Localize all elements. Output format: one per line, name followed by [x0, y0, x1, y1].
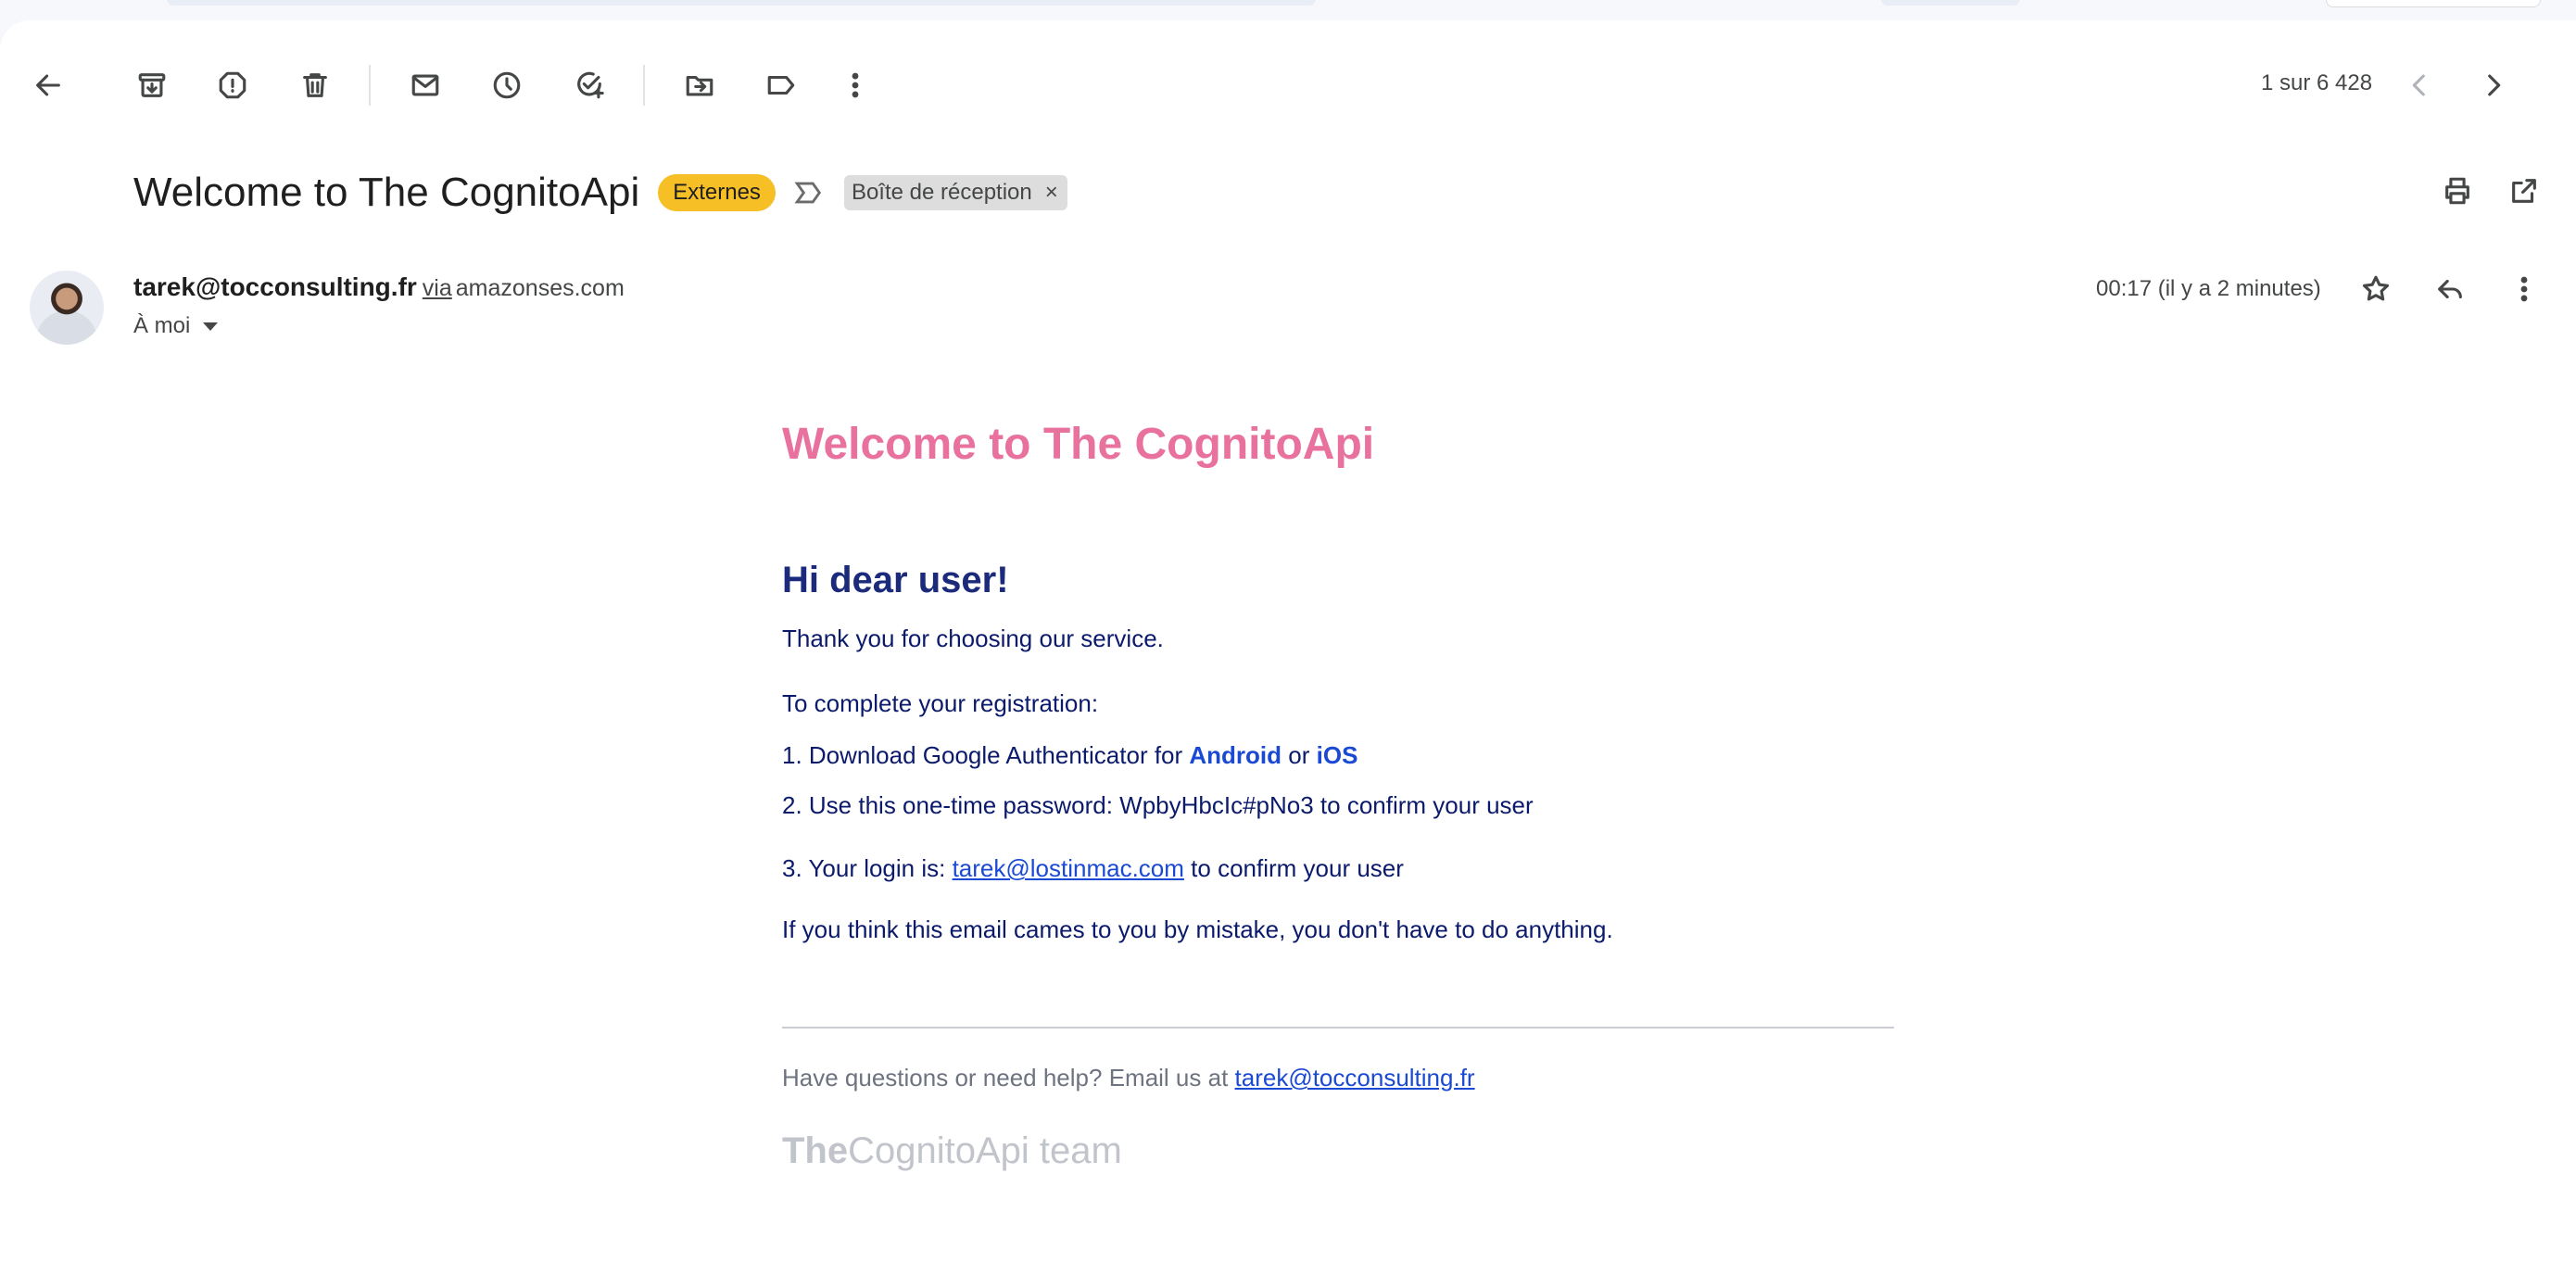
delete-button[interactable] — [278, 48, 352, 122]
recipient-toggle[interactable]: À moi — [133, 313, 219, 339]
ios-link[interactable]: iOS — [1317, 741, 1358, 769]
report-spam-icon — [219, 71, 246, 99]
print-button[interactable] — [2420, 154, 2494, 228]
via-link[interactable]: via — [423, 275, 452, 301]
search-bar-edge — [167, 0, 1316, 6]
toolbar-divider — [643, 65, 645, 106]
reply-icon — [2438, 279, 2462, 299]
complete-text: To complete your registration: — [782, 689, 1099, 717]
print-icon — [2445, 177, 2469, 205]
top-chip-edge — [1881, 0, 2020, 6]
add-to-tasks-icon — [577, 71, 604, 99]
back-arrow-icon — [36, 74, 60, 96]
login-email-link[interactable]: tarek@lostinmac.com — [953, 854, 1184, 882]
step-1: 1. Download Google Authenticator for And… — [782, 741, 1357, 770]
more-vert-icon — [852, 72, 859, 98]
label-icon — [767, 75, 795, 95]
reply-button[interactable] — [2413, 252, 2487, 326]
step-1-or: or — [1282, 741, 1317, 769]
star-icon — [2362, 275, 2390, 301]
top-button-edge — [2326, 0, 2541, 7]
older-button[interactable] — [2382, 48, 2456, 122]
newer-chevron-icon — [2488, 74, 2501, 96]
greeting: Hi dear user! — [782, 560, 1009, 600]
mark-unread-icon — [411, 74, 439, 96]
mistake-text: If you think this email cames to you by … — [782, 915, 1613, 943]
back-button[interactable] — [11, 48, 85, 122]
message-more-button[interactable] — [2487, 252, 2561, 326]
email-subject: Welcome to The CognitoApi — [133, 170, 640, 215]
more-options-button[interactable] — [818, 48, 892, 122]
newer-button[interactable] — [2456, 48, 2531, 122]
message-heading: Welcome to The CognitoApi — [782, 420, 1375, 469]
signature-rest: CognitoApi team — [848, 1130, 1122, 1171]
external-badge: Externes — [658, 174, 776, 211]
chevron-down-icon — [203, 322, 219, 331]
archive-button[interactable] — [115, 48, 189, 122]
recipient-text: À moi — [133, 313, 191, 338]
step-3: 3. Your login is: tarek@lostinmac.com to… — [782, 854, 1404, 883]
inbox-label-text: Boîte de réception — [851, 180, 1032, 205]
mark-unread-button[interactable] — [388, 48, 462, 122]
help-prefix: Have questions or need help? Email us at — [782, 1064, 1235, 1092]
remove-label-icon[interactable]: × — [1045, 180, 1058, 206]
open-in-new-icon — [2512, 179, 2536, 203]
thanks-text: Thank you for choosing our service. — [782, 625, 1164, 652]
step-1-prefix: 1. Download Google Authenticator for — [782, 741, 1190, 769]
snooze-button[interactable] — [470, 48, 544, 122]
sender-email[interactable]: tarek@tocconsulting.fr — [133, 272, 417, 301]
browser-top-strip — [0, 0, 2576, 22]
move-to-button[interactable] — [663, 48, 737, 122]
toolbar-divider — [369, 65, 371, 106]
sender-domain: amazonses.com — [455, 275, 625, 301]
report-spam-button[interactable] — [196, 48, 270, 122]
archive-icon — [138, 73, 166, 97]
open-new-window-button[interactable] — [2487, 154, 2561, 228]
timestamp: 00:17 (il y a 2 minutes) — [2096, 276, 2321, 301]
step-3-suffix: to confirm your user — [1183, 854, 1404, 882]
delete-icon — [303, 73, 327, 97]
snooze-icon — [493, 71, 521, 99]
inbox-label-chip[interactable]: Boîte de réception × — [843, 175, 1067, 210]
importance-marker[interactable] — [790, 174, 827, 211]
subject-row: Welcome to The CognitoApi Externes Boîte… — [133, 156, 1067, 230]
android-link[interactable]: Android — [1189, 741, 1282, 769]
importance-marker-icon — [794, 182, 822, 204]
signature-bold: The — [782, 1130, 849, 1171]
move-to-icon — [686, 75, 713, 96]
help-email-link[interactable]: tarek@tocconsulting.fr — [1235, 1064, 1475, 1092]
more-vert-icon — [2520, 276, 2528, 302]
message-view: 1 sur 6 428 Welcome to The CognitoApi Ex… — [0, 20, 2576, 1262]
avatar[interactable] — [30, 271, 104, 345]
pagination-count: 1 sur 6 428 — [2261, 70, 2373, 95]
help-text: Have questions or need help? Email us at… — [782, 1064, 1475, 1092]
divider — [782, 1027, 1894, 1029]
add-to-tasks-button[interactable] — [552, 48, 626, 122]
sender-line: tarek@tocconsulting.fr via amazonses.com — [133, 272, 625, 302]
step-3-prefix: 3. Your login is: — [782, 854, 953, 882]
older-chevron-icon — [2412, 74, 2425, 96]
label-button[interactable] — [744, 48, 818, 122]
signature: TheCognitoApi team — [782, 1130, 1122, 1172]
toolbar: 1 sur 6 428 — [0, 48, 2576, 122]
star-button[interactable] — [2339, 252, 2413, 326]
step-2: 2. Use this one-time password: WpbyHbcIc… — [782, 791, 1534, 819]
